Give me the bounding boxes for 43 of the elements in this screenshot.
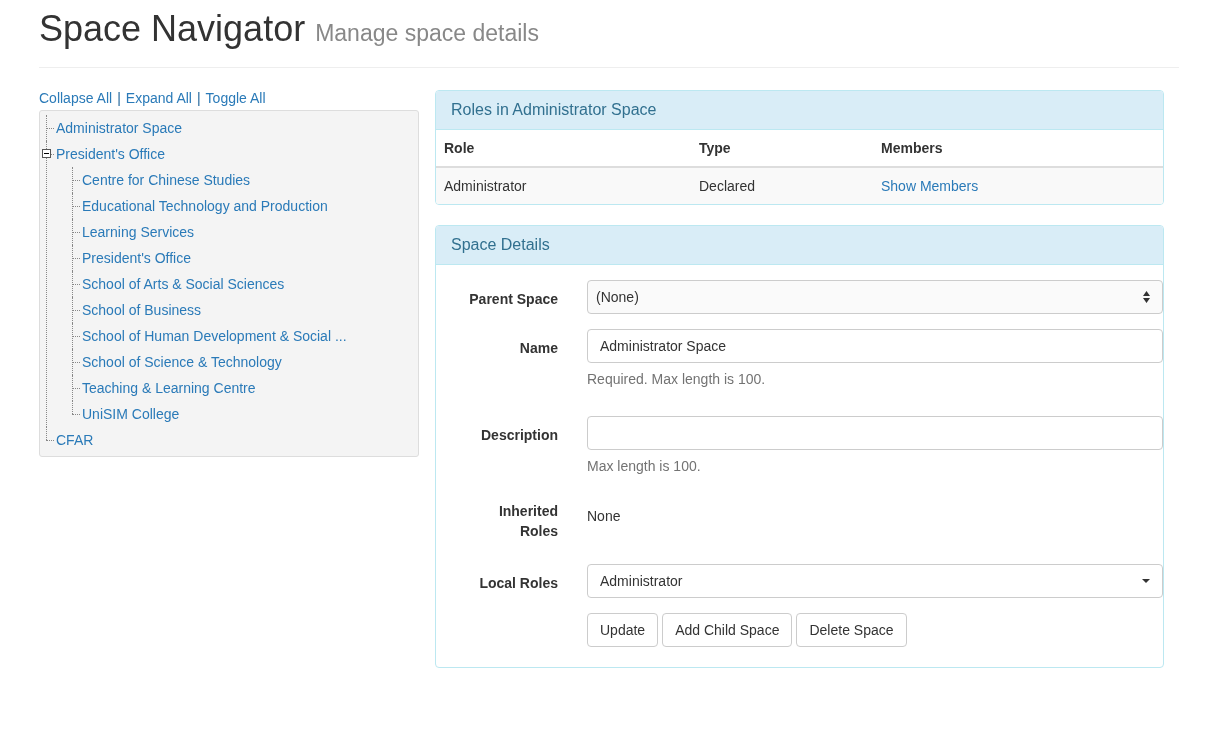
help-text: Required. Max length is 100. bbox=[587, 371, 767, 389]
page-title: Space Navigator bbox=[39, 8, 306, 50]
field-label: Inherited Roles bbox=[497, 502, 558, 541]
show-members-link[interactable]: Show Members bbox=[881, 178, 979, 194]
field-label: Parent Space bbox=[468, 290, 558, 309]
panel-title: Space Details bbox=[436, 226, 1163, 265]
tree-node-link[interactable]: Educational Technology and Production bbox=[82, 198, 328, 214]
field-label: Description bbox=[480, 426, 558, 445]
field-label: Name bbox=[518, 339, 558, 358]
collapse-icon[interactable] bbox=[42, 149, 51, 158]
caret-icon bbox=[1142, 579, 1150, 583]
tree-node-link[interactable]: School of Science & Technology bbox=[82, 354, 282, 370]
page-subtitle: Manage space details bbox=[315, 20, 539, 47]
parent-space-select[interactable]: (None) bbox=[587, 280, 1163, 314]
panel-title: Roles in Administrator Space bbox=[436, 91, 1163, 130]
tree-node-link[interactable]: School of Human Development & Social ... bbox=[82, 328, 347, 344]
table-cell: Declared bbox=[691, 167, 873, 204]
action-button[interactable]: Add Child Space bbox=[662, 613, 793, 647]
local-roles-dropdown[interactable]: Administrator bbox=[587, 564, 1163, 598]
tree-node-link[interactable]: CFAR bbox=[56, 432, 94, 448]
link-separator: | bbox=[116, 90, 122, 108]
tree-node-link[interactable]: President's Office bbox=[56, 146, 166, 162]
tree-node-link[interactable]: Centre for Chinese Studies bbox=[82, 172, 251, 188]
tree-node-link[interactable]: Learning Services bbox=[82, 224, 195, 240]
tree-node-link[interactable]: School of Arts & Social Sciences bbox=[82, 276, 285, 292]
field-label: Local Roles bbox=[478, 574, 558, 593]
text-input-field[interactable] bbox=[587, 416, 1163, 450]
updown-arrows-icon bbox=[1143, 291, 1150, 303]
tree-action-link[interactable]: Toggle All bbox=[205, 90, 266, 110]
tree-action-link[interactable]: Collapse All bbox=[39, 90, 113, 110]
tree-node-link[interactable]: President's Office bbox=[82, 250, 192, 266]
action-button[interactable]: Delete Space bbox=[796, 613, 907, 647]
table-cell: Administrator bbox=[436, 167, 691, 204]
action-button[interactable]: Update bbox=[587, 613, 659, 647]
tree-node-link[interactable]: UniSIM College bbox=[82, 406, 180, 422]
help-text: Max length is 100. bbox=[587, 458, 702, 476]
tree-node-link[interactable]: Teaching & Learning Centre bbox=[82, 380, 256, 396]
tree-action-link[interactable]: Expand All bbox=[125, 90, 192, 110]
static-value: None bbox=[587, 507, 622, 524]
tree-node-link[interactable]: Administrator Space bbox=[56, 120, 183, 136]
tree-node-link[interactable]: School of Business bbox=[82, 302, 202, 318]
text-input-field[interactable]: Administrator Space bbox=[587, 329, 1163, 363]
link-separator: | bbox=[195, 90, 202, 108]
